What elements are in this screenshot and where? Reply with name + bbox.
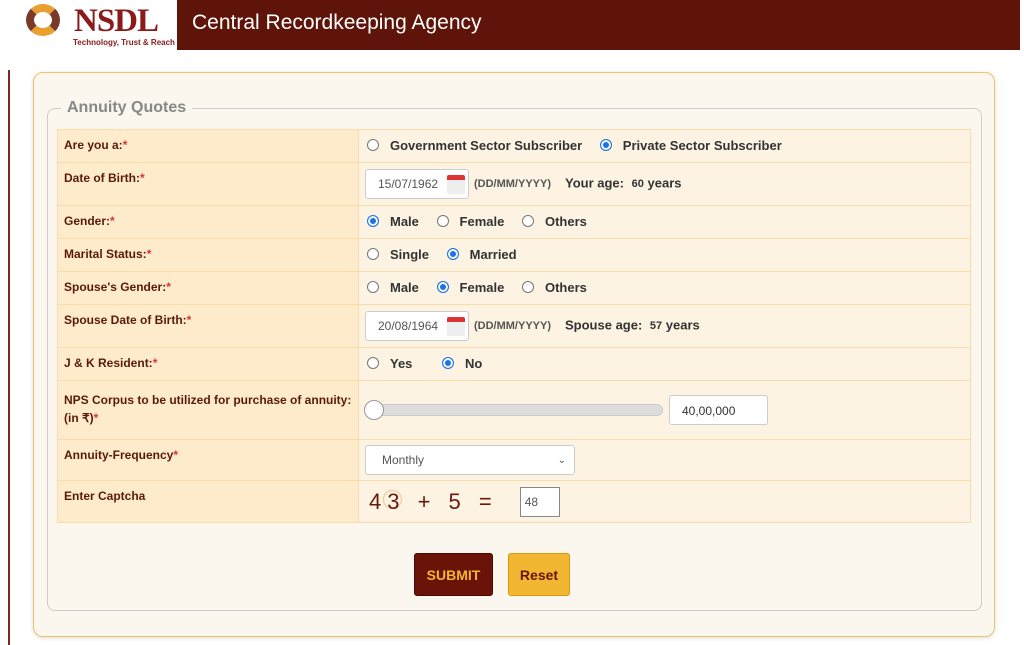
- label-subscriber-type: Are you a:*: [57, 129, 359, 163]
- label-captcha: Enter Captcha: [57, 480, 359, 523]
- date-format-hint: (DD/MM/YYYY): [474, 178, 551, 191]
- label-spouse-gender: Spouse's Gender:*: [57, 271, 359, 305]
- left-border: [8, 70, 10, 645]
- slider-thumb[interactable]: [364, 400, 384, 420]
- logo-tagline: Technology, Trust & Reach: [73, 38, 175, 47]
- spouse-age-value: 57: [649, 320, 663, 333]
- label-nps-corpus: NPS Corpus to be utilized for purchase o…: [57, 380, 359, 440]
- annuity-frequency-select[interactable]: Monthly ⌄: [365, 445, 575, 475]
- radio-spouse-male[interactable]: Male: [367, 280, 419, 295]
- radio-single[interactable]: Single: [367, 247, 429, 262]
- radio-gender-others[interactable]: Others: [521, 214, 587, 229]
- header-band: Central Recordkeeping Agency: [177, 0, 1020, 50]
- radio-married[interactable]: Married: [446, 247, 517, 262]
- submit-button[interactable]: SUBMIT: [414, 553, 493, 596]
- calendar-icon[interactable]: [447, 175, 465, 194]
- radio-private-sector[interactable]: Private Sector Subscriber: [599, 138, 782, 153]
- nsdl-logo-icon: [26, 4, 60, 36]
- captcha-image: 43 + 5 =: [365, 488, 502, 515]
- spouse-age-unit: years: [665, 317, 700, 333]
- header-title: Central Recordkeeping Agency: [192, 11, 482, 34]
- radio-government-sector[interactable]: Government Sector Subscriber: [367, 138, 582, 153]
- age-unit: years: [647, 175, 682, 191]
- radio-gender-male[interactable]: Male: [367, 214, 419, 229]
- corpus-slider[interactable]: [364, 400, 663, 420]
- label-jk-resident: J & K Resident:*: [57, 347, 359, 381]
- radio-spouse-others[interactable]: Others: [521, 280, 587, 295]
- fieldset-legend: Annuity Quotes: [61, 99, 193, 117]
- nsdl-logo[interactable]: NSDL Technology, Trust & Reach: [8, 0, 177, 50]
- reset-button[interactable]: Reset: [508, 553, 570, 596]
- label-annuity-frequency: Annuity-Frequency*: [57, 439, 359, 481]
- label-gender: Gender:*: [57, 205, 359, 239]
- radio-gender-female[interactable]: Female: [436, 214, 504, 229]
- captcha-input[interactable]: 48: [519, 486, 560, 517]
- age-value: 60: [631, 178, 644, 191]
- chevron-down-icon: ⌄: [557, 454, 566, 466]
- label-marital-status: Marital Status:*: [57, 238, 359, 272]
- date-format-hint: (DD/MM/YYYY): [474, 320, 551, 333]
- corpus-amount-input[interactable]: 40,00,000: [669, 395, 768, 425]
- radio-jk-no[interactable]: No: [442, 356, 482, 371]
- age-label: Your age:: [565, 175, 624, 191]
- label-dob: Date of Birth:*: [57, 162, 359, 206]
- calendar-icon[interactable]: [447, 317, 465, 336]
- dob-input[interactable]: 15/07/1962: [365, 169, 469, 199]
- logo-text: NSDL: [74, 3, 159, 39]
- radio-jk-yes[interactable]: Yes: [367, 356, 412, 371]
- annuity-form-table: Are you a:* Government Sector Subscriber…: [57, 129, 971, 523]
- label-spouse-dob: Spouse Date of Birth:*: [57, 304, 359, 348]
- spouse-age-label: Spouse age:: [565, 317, 643, 333]
- radio-spouse-female[interactable]: Female: [436, 280, 504, 295]
- spouse-dob-input[interactable]: 20/08/1964: [365, 311, 469, 341]
